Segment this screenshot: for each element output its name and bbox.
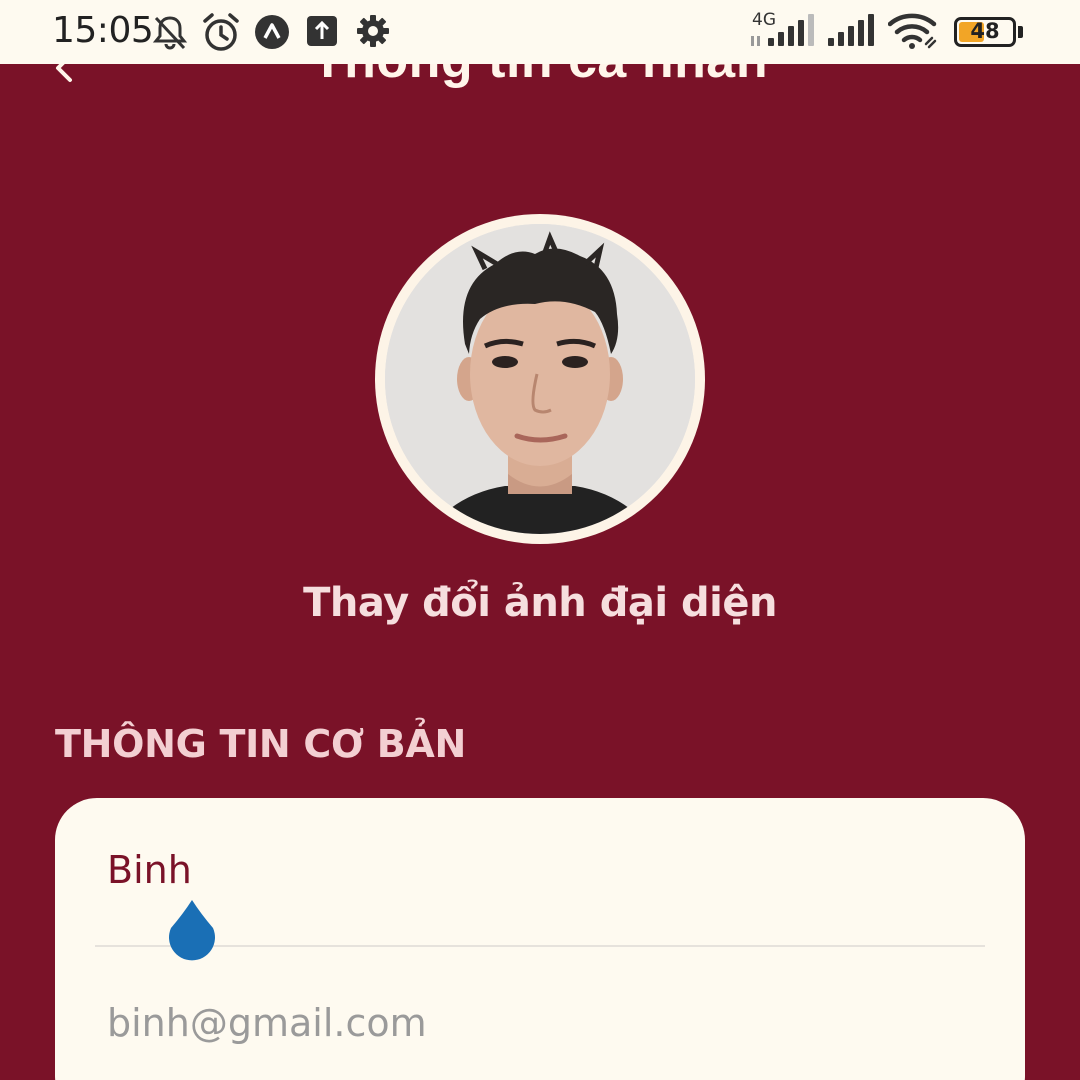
battery-icon: 48 xyxy=(954,17,1016,47)
section-title-basic-info: THÔNG TIN CƠ BẢN xyxy=(55,722,467,766)
upload-icon xyxy=(307,16,337,46)
profile-screen: Thông tin cá nhân 15:05 xyxy=(0,0,1080,1080)
signal-4g-icon: 4G xyxy=(748,10,818,50)
battery-cap xyxy=(1018,26,1023,38)
email-field[interactable] xyxy=(107,1001,987,1045)
status-bar: 15:05 4G 48 xyxy=(0,0,1080,64)
settings-icon xyxy=(357,15,389,47)
bell-off-icon xyxy=(152,16,188,50)
wifi-icon xyxy=(888,13,937,49)
alarm-icon xyxy=(203,13,239,51)
basic-info-card xyxy=(55,798,1025,1080)
battery-level: 48 xyxy=(970,19,1000,43)
signal-icon xyxy=(828,14,874,46)
name-field[interactable] xyxy=(107,848,987,892)
person-photo-icon xyxy=(385,224,695,534)
status-time: 15:05 xyxy=(52,10,154,51)
change-avatar-link[interactable]: Thay đổi ảnh đại diện xyxy=(0,580,1080,626)
avatar-photo xyxy=(385,224,695,534)
app-a-icon xyxy=(255,15,289,49)
avatar[interactable] xyxy=(375,214,705,544)
text-cursor-handle[interactable] xyxy=(163,898,221,968)
name-field-underline xyxy=(95,945,985,947)
